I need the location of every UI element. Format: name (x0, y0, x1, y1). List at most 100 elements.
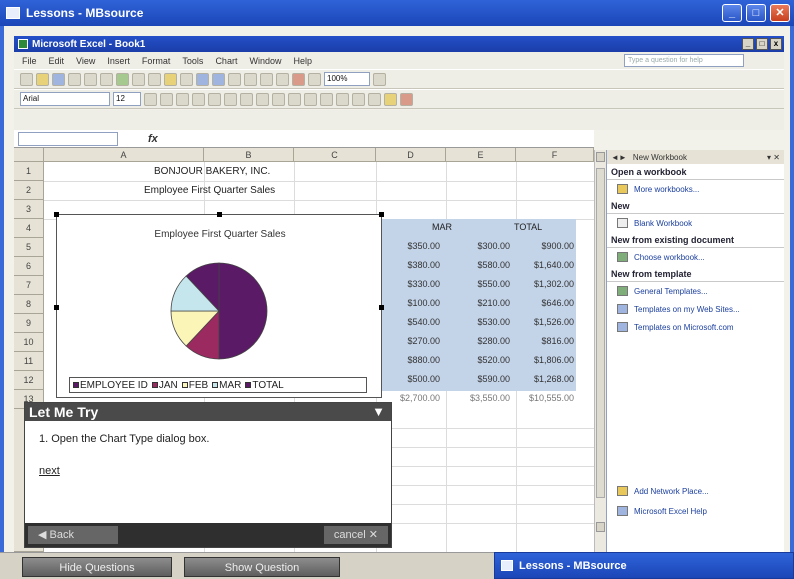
close-button[interactable]: ✕ (770, 4, 790, 22)
menu-edit[interactable]: Edit (49, 56, 65, 66)
comma-icon[interactable] (288, 92, 301, 106)
format-painter-icon[interactable] (180, 72, 193, 86)
print-preview-icon[interactable] (100, 72, 113, 86)
menu-tools[interactable]: Tools (182, 56, 203, 66)
cell-e[interactable]: $530.00 (446, 317, 510, 327)
menu-insert[interactable]: Insert (107, 56, 130, 66)
add-network-place-link[interactable]: Add Network Place... (607, 482, 715, 500)
row-header-7[interactable]: 7 (14, 276, 44, 295)
row-header-4[interactable]: 4 (14, 219, 44, 238)
next-link[interactable]: next (39, 465, 60, 477)
cell-e[interactable]: $590.00 (446, 374, 510, 384)
menu-view[interactable]: View (76, 56, 95, 66)
cell-d[interactable]: $380.00 (376, 260, 440, 270)
cut-icon[interactable] (132, 72, 145, 86)
cell-f[interactable]: $1,526.00 (510, 317, 574, 327)
row-header-8[interactable]: 8 (14, 295, 44, 314)
minimize-button[interactable]: _ (722, 4, 742, 22)
column-header-e[interactable]: E (446, 148, 516, 162)
scroll-down-icon[interactable] (596, 522, 605, 532)
cell-f[interactable]: $1,302.00 (510, 279, 574, 289)
cancel-button[interactable]: cancel ✕ (323, 526, 388, 544)
zoom-select[interactable]: 100% (324, 72, 370, 86)
row-header-11[interactable]: 11 (14, 352, 44, 371)
merge-center-icon[interactable] (240, 92, 253, 106)
menu-window[interactable]: Window (249, 56, 281, 66)
print-icon[interactable] (84, 72, 97, 86)
new-icon[interactable] (20, 72, 33, 86)
row-header-9[interactable]: 9 (14, 314, 44, 333)
copy-icon[interactable] (148, 72, 161, 86)
menu-help[interactable]: Help (293, 56, 312, 66)
font-name-select[interactable]: Arial (20, 92, 110, 106)
column-header-d[interactable]: D (376, 148, 446, 162)
excel-maximize-button[interactable]: □ (756, 38, 768, 50)
collapse-triangle-icon[interactable]: ▼ (372, 403, 385, 421)
hide-questions-button[interactable]: Hide Questions (22, 557, 172, 577)
permission-icon[interactable] (68, 72, 81, 86)
cell-e[interactable]: $580.00 (446, 260, 510, 270)
outer-title-bar[interactable]: Lessons - MBsource _ □ ✕ (0, 0, 794, 26)
cell-d[interactable]: $350.00 (376, 241, 440, 251)
cell-e[interactable]: $300.00 (446, 241, 510, 251)
drawing-icon[interactable] (308, 72, 321, 86)
cell-d[interactable]: $270.00 (376, 336, 440, 346)
show-question-button[interactable]: Show Question (184, 557, 340, 577)
sort-descending-icon[interactable] (276, 72, 289, 86)
cell-d[interactable]: $880.00 (376, 355, 440, 365)
cell-e[interactable]: $520.00 (446, 355, 510, 365)
ask-question-input[interactable]: Type a question for help (624, 54, 744, 67)
increase-decimal-icon[interactable] (304, 92, 317, 106)
hyperlink-icon[interactable] (228, 72, 241, 86)
cell-f[interactable]: $900.00 (510, 241, 574, 251)
scroll-thumb[interactable] (596, 168, 605, 498)
excel-close-button[interactable]: x (770, 38, 782, 50)
more-workbooks-link[interactable]: More workbooks... (607, 180, 784, 198)
column-header-b[interactable]: B (204, 148, 294, 162)
name-box[interactable] (18, 131, 118, 146)
paste-icon[interactable] (164, 72, 177, 86)
web-sites-templates-link[interactable]: Templates on my Web Sites... (607, 300, 784, 318)
row-header-5[interactable]: 5 (14, 238, 44, 257)
currency-icon[interactable] (256, 92, 269, 106)
cell-e[interactable]: $280.00 (446, 336, 510, 346)
row-header-1[interactable]: 1 (14, 162, 44, 181)
cell-f[interactable]: $1,806.00 (510, 355, 574, 365)
redo-icon[interactable] (212, 72, 225, 86)
save-icon[interactable] (52, 72, 65, 86)
borders-icon[interactable] (368, 92, 381, 106)
autosum-icon[interactable] (244, 72, 257, 86)
row-header-2[interactable]: 2 (14, 181, 44, 200)
column-header-c[interactable]: C (294, 148, 376, 162)
back-arrow-icon[interactable]: ◄► (611, 153, 627, 162)
cell-d[interactable]: $540.00 (376, 317, 440, 327)
column-header-f[interactable]: F (516, 148, 594, 162)
column-header-a[interactable]: A (44, 148, 204, 162)
decrease-indent-icon[interactable] (336, 92, 349, 106)
help-icon[interactable] (373, 72, 386, 86)
vertical-scrollbar[interactable] (594, 150, 606, 552)
cell-d[interactable]: $500.00 (376, 374, 440, 384)
percent-icon[interactable] (272, 92, 285, 106)
open-icon[interactable] (36, 72, 49, 86)
fill-color-icon[interactable] (384, 92, 397, 106)
row-header-3[interactable]: 3 (14, 200, 44, 219)
pie-chart-svg[interactable] (57, 215, 383, 375)
cell-e[interactable]: $550.00 (446, 279, 510, 289)
cell-d[interactable]: $330.00 (376, 279, 440, 289)
excel-help-link[interactable]: Microsoft Excel Help (607, 502, 713, 520)
excel-title-bar[interactable]: Microsoft Excel - Book1 _ □ x (14, 36, 784, 52)
cell-f[interactable]: $816.00 (510, 336, 574, 346)
menu-chart[interactable]: Chart (215, 56, 237, 66)
cell-f[interactable]: $1,268.00 (510, 374, 574, 384)
row-header-10[interactable]: 10 (14, 333, 44, 352)
scroll-up-icon[interactable] (596, 152, 605, 162)
undo-icon[interactable] (196, 72, 209, 86)
pie-slice-employee-id[interactable] (218, 262, 268, 360)
menu-format[interactable]: Format (142, 56, 171, 66)
spelling-icon[interactable] (116, 72, 129, 86)
row-header-6[interactable]: 6 (14, 257, 44, 276)
chart-legend[interactable]: EMPLOYEE ID JAN FEB MAR TOTAL (69, 377, 367, 393)
back-button[interactable]: ◀ Back (28, 526, 118, 544)
underline-icon[interactable] (176, 92, 189, 106)
